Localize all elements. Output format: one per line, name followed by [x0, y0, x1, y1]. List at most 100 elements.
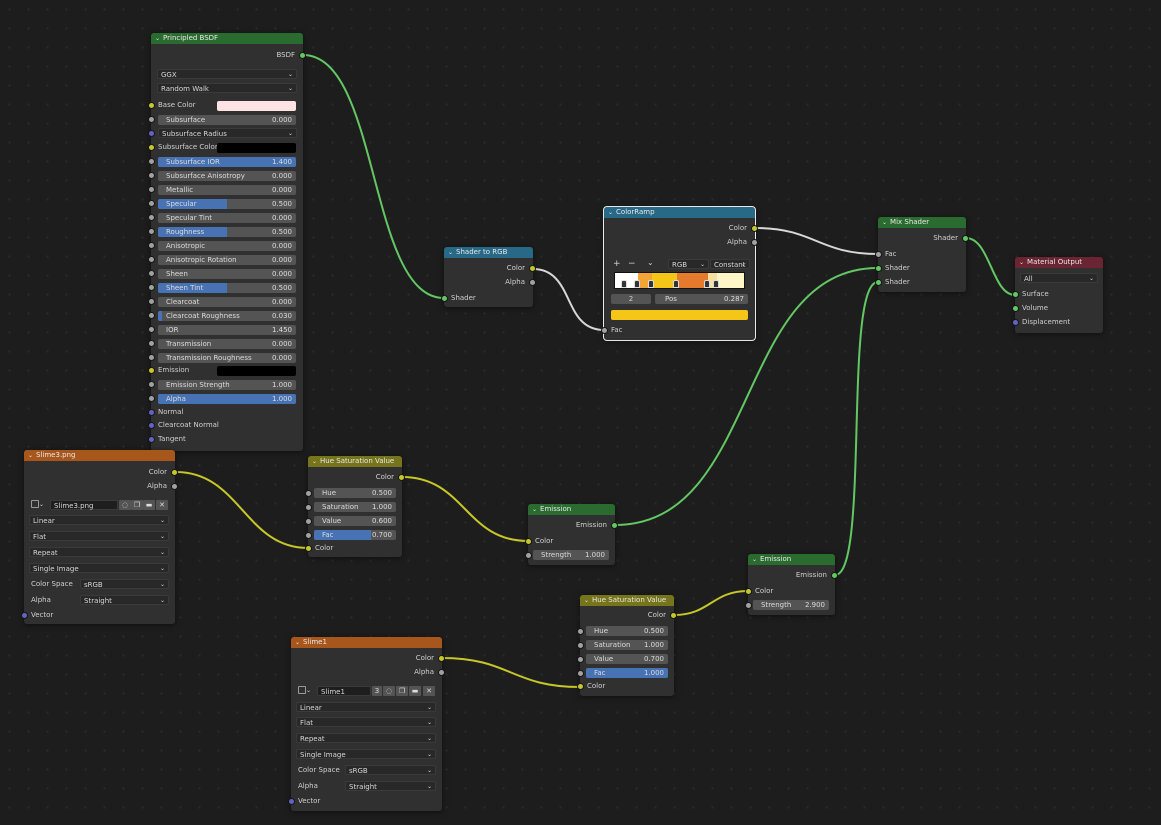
- bsdf-slider-field[interactable]: Subsurface Anisotropy 0.000: [158, 171, 296, 181]
- close-icon[interactable]: ✕: [156, 500, 168, 510]
- fac-field[interactable]: Fac 1.000: [586, 668, 668, 678]
- emission-color-swatch[interactable]: [217, 366, 296, 376]
- bsdf-slider-field[interactable]: Clearcoat 0.000: [158, 297, 296, 307]
- base-color-swatch[interactable]: [217, 101, 296, 111]
- principled-bsdf-node[interactable]: ⌄ Principled BSDF BSDF GGX ⌄ Random Walk ⌄ …: [148, 33, 306, 451]
- socket[interactable]: [875, 279, 882, 286]
- mix-shader-node[interactable]: ⌄ Mix Shader Shader Fac Shader Shader: [875, 217, 969, 292]
- socket[interactable]: [148, 284, 155, 291]
- bsdf-slider-field[interactable]: Transmission 0.000: [158, 339, 296, 349]
- subsurface-method-dropdown[interactable]: Random Walk ⌄: [157, 83, 297, 93]
- alpha-mode-dropdown[interactable]: Straight ⌄: [80, 595, 169, 605]
- socket[interactable]: [529, 279, 536, 286]
- color-stop-marker[interactable]: [634, 280, 641, 288]
- color-stop-marker[interactable]: [703, 280, 710, 288]
- interpolation-dropdown[interactable]: Linear ⌄: [29, 515, 169, 525]
- emission-node-1[interactable]: ⌄ Emission Emission Color Strength 1.000: [525, 504, 618, 565]
- socket[interactable]: [438, 655, 445, 662]
- socket[interactable]: [611, 522, 618, 529]
- socket[interactable]: [745, 602, 752, 609]
- socket[interactable]: [577, 670, 584, 677]
- new-image-icon[interactable]: ❐: [396, 686, 408, 696]
- hue-field[interactable]: Hue 0.500: [586, 626, 668, 636]
- active-stop-index[interactable]: 2: [611, 294, 651, 304]
- socket[interactable]: [1012, 291, 1019, 298]
- socket[interactable]: [577, 642, 584, 649]
- chevron-down-icon[interactable]: ⌄: [312, 456, 317, 467]
- bsdf-slider-field[interactable]: Anisotropic Rotation 0.000: [158, 255, 296, 265]
- chevron-down-icon[interactable]: ⌄: [295, 637, 300, 648]
- socket[interactable]: [148, 326, 155, 333]
- fake-user-shield-icon[interactable]: ◌: [119, 500, 131, 510]
- fake-user-shield-icon[interactable]: ◌: [383, 686, 395, 696]
- bsdf-slider-field[interactable]: Sheen 0.000: [158, 269, 296, 279]
- extension-dropdown[interactable]: Repeat ⌄: [29, 547, 169, 557]
- socket[interactable]: [962, 235, 969, 242]
- socket[interactable]: [148, 242, 155, 249]
- projection-dropdown[interactable]: Flat ⌄: [29, 531, 169, 541]
- color-stop-marker[interactable]: [648, 280, 655, 288]
- image-texture-node-slime1[interactable]: ⌄ Slime1 Color Alpha ⌄ Slime1 3 ◌ ❐ ▬ ✕ L…: [288, 637, 445, 811]
- socket[interactable]: [148, 102, 155, 109]
- socket[interactable]: [21, 612, 28, 619]
- chevron-down-icon[interactable]: ⌄: [155, 33, 160, 44]
- chevron-down-icon[interactable]: ⌄: [532, 504, 537, 515]
- socket[interactable]: [148, 298, 155, 305]
- socket[interactable]: [438, 669, 445, 676]
- alpha-mode-dropdown[interactable]: Straight ⌄: [345, 781, 436, 791]
- fac-field[interactable]: Fac 0.700: [314, 530, 396, 540]
- socket[interactable]: [305, 490, 312, 497]
- socket[interactable]: [1012, 305, 1019, 312]
- color-space-dropdown[interactable]: sRGB ⌄: [80, 579, 169, 589]
- socket[interactable]: [577, 683, 584, 690]
- bsdf-slider-field[interactable]: Transmission Roughness 0.000: [158, 353, 296, 363]
- socket[interactable]: [398, 474, 405, 481]
- socket[interactable]: [171, 469, 178, 476]
- image-name-field[interactable]: Slime3.png: [50, 500, 118, 510]
- value-field[interactable]: Value 0.700: [586, 654, 668, 664]
- extension-dropdown[interactable]: Repeat ⌄: [296, 733, 436, 743]
- socket[interactable]: [148, 340, 155, 347]
- ramp-menu-chevron[interactable]: ⌄: [647, 258, 654, 267]
- node-header[interactable]: ⌄ Hue Saturation Value: [580, 595, 674, 606]
- socket[interactable]: [288, 798, 295, 805]
- socket[interactable]: [305, 545, 312, 552]
- node-header[interactable]: ⌄ Emission: [748, 554, 835, 565]
- socket[interactable]: [305, 532, 312, 539]
- image-browse-button[interactable]: ⌄: [298, 686, 316, 696]
- socket[interactable]: [148, 144, 155, 151]
- subsurface-color-swatch[interactable]: [217, 143, 296, 153]
- distribution-dropdown[interactable]: GGX ⌄: [157, 69, 297, 79]
- add-stop-button[interactable]: +: [613, 259, 621, 269]
- chevron-down-icon[interactable]: ⌄: [752, 554, 757, 565]
- emission-node-2[interactable]: ⌄ Emission Emission Color Strength 2.900: [745, 554, 838, 615]
- socket[interactable]: [148, 436, 155, 443]
- socket[interactable]: [299, 52, 306, 59]
- socket[interactable]: [525, 538, 532, 545]
- socket[interactable]: [148, 367, 155, 374]
- bsdf-slider-field[interactable]: Subsurface IOR 1.400: [158, 157, 296, 167]
- image-browse-button[interactable]: ⌄: [31, 500, 49, 510]
- bsdf-slider-field[interactable]: Roughness 0.500: [158, 227, 296, 237]
- material-output-node[interactable]: ⌄ Material Output All ⌄ Surface Volume Dis…: [1012, 257, 1103, 333]
- socket[interactable]: [305, 504, 312, 511]
- close-icon[interactable]: ✕: [423, 686, 435, 696]
- colorramp-node[interactable]: ⌄ ColorRamp Color Alpha + − ⌄ RGB ⌄ Consta…: [601, 206, 758, 341]
- node-header[interactable]: ⌄ Mix Shader: [878, 217, 966, 228]
- chevron-down-icon[interactable]: ⌄: [448, 247, 453, 258]
- socket[interactable]: [670, 612, 677, 619]
- saturation-field[interactable]: Saturation 1.000: [314, 502, 396, 512]
- socket[interactable]: [148, 186, 155, 193]
- socket[interactable]: [148, 172, 155, 179]
- socket[interactable]: [601, 327, 608, 334]
- image-name-field[interactable]: Slime1: [317, 686, 371, 696]
- color-mode-dropdown[interactable]: RGB ⌄: [668, 259, 709, 269]
- socket[interactable]: [577, 628, 584, 635]
- bsdf-slider-field[interactable]: Clearcoat Roughness 0.030: [158, 311, 296, 321]
- socket[interactable]: [745, 588, 752, 595]
- socket[interactable]: [148, 158, 155, 165]
- node-header[interactable]: ⌄ Principled BSDF: [151, 33, 303, 44]
- chevron-down-icon[interactable]: ⌄: [608, 207, 613, 218]
- strength-field[interactable]: Strength 1.000: [533, 550, 609, 560]
- socket[interactable]: [529, 265, 536, 272]
